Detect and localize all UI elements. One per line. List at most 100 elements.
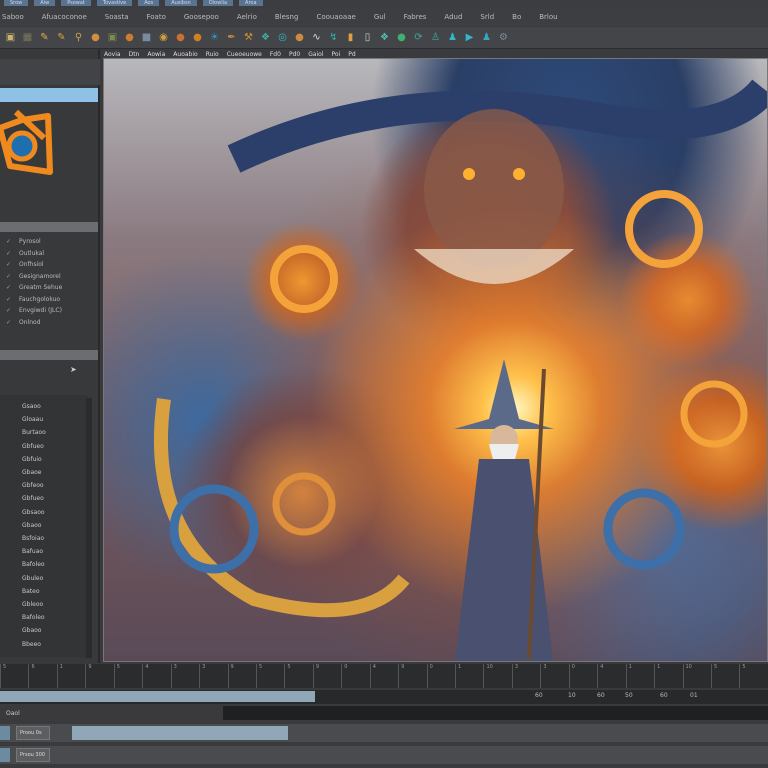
node-icon[interactable]: ❖ (259, 30, 272, 45)
timeline-track[interactable] (223, 706, 768, 720)
brush-icon[interactable]: ✎ (55, 30, 68, 45)
menu-item[interactable]: Aelrio (237, 13, 257, 21)
list-item[interactable]: Bateo (22, 588, 40, 595)
viewport-header-item[interactable]: Ruio (206, 51, 219, 58)
selected-row[interactable] (0, 88, 98, 102)
viewport-header-item[interactable]: Cueoeuowe (227, 51, 262, 58)
window-tab[interactable]: Olowlia (202, 0, 234, 6)
box-icon[interactable]: ▮ (344, 30, 357, 45)
checklist-item[interactable]: ✓ Gesignamorel (6, 273, 61, 280)
list-item[interactable]: Gbaoo (22, 522, 41, 529)
checklist-item[interactable]: ✓ Pyrosol (6, 238, 41, 245)
sphere-icon[interactable]: ● (174, 30, 187, 45)
list-item[interactable]: Bafuao (22, 548, 43, 555)
viewport-header-item[interactable]: Aovia (104, 51, 121, 58)
window-tab[interactable]: Aos (138, 0, 160, 6)
play-icon[interactable]: ▶ (463, 30, 476, 45)
viewport-header-item[interactable]: Poi (332, 51, 341, 58)
menu-item[interactable]: Coouaoaae (316, 13, 355, 21)
checklist-item[interactable]: ✓ Outlukal (6, 250, 44, 257)
viewport-header-item[interactable]: Gaiol (308, 51, 323, 58)
image-icon[interactable]: ▦ (21, 30, 34, 45)
list-item[interactable]: Gbaoo (22, 627, 41, 634)
list-item[interactable]: Gbsaoo (22, 509, 45, 516)
list-item[interactable]: Bbeeo (22, 641, 41, 648)
list-item[interactable]: Burtaoo (22, 429, 46, 436)
list-item[interactable]: Gbuleo (22, 575, 43, 582)
window-tab[interactable]: Tovastive (96, 0, 133, 6)
checkmark-icon[interactable]: ✓ (6, 319, 11, 326)
light-icon[interactable]: ☀ (208, 30, 221, 45)
menu-item[interactable]: Gul (374, 13, 386, 21)
track-button[interactable]: Prsou 300 (16, 748, 50, 762)
list-item[interactable]: Gloaau (22, 416, 43, 423)
sphere-icon[interactable]: ● (123, 30, 136, 45)
list-item[interactable]: Gsaoo (22, 403, 41, 410)
checklist-item[interactable]: ✓ Onfhsiol (6, 261, 44, 268)
figure-icon[interactable]: ♙ (429, 30, 442, 45)
window-tab[interactable]: Aroa (239, 0, 263, 6)
doc-icon[interactable]: ▯ (361, 30, 374, 45)
list-item[interactable]: Gbfeoo (22, 482, 44, 489)
menu-item[interactable]: Soasta (105, 13, 129, 21)
menu-item[interactable]: Goosepoo (184, 13, 219, 21)
list-item[interactable]: Gbfueo (22, 443, 44, 450)
settings-icon[interactable]: ⚙ (497, 30, 510, 45)
window-tab[interactable]: Srow (4, 0, 29, 6)
list-item[interactable]: Gbleoo (22, 601, 43, 608)
track-button[interactable]: Proou 0s (16, 726, 50, 740)
track-bar[interactable] (72, 726, 288, 740)
list-item[interactable]: Bafoleo (22, 561, 45, 568)
window-tab[interactable]: Aiw (34, 0, 56, 6)
sync-icon[interactable]: ⟳ (412, 30, 425, 45)
viewport-header-item[interactable]: Fd0 (270, 51, 281, 58)
pen-icon[interactable]: ✒ (225, 30, 238, 45)
pin-icon[interactable]: ⚲ (72, 30, 85, 45)
checkmark-icon[interactable]: ✓ (6, 284, 11, 291)
brush-icon[interactable]: ✎ (38, 30, 51, 45)
menu-item[interactable]: Fabres (404, 13, 427, 21)
render-viewport[interactable] (103, 58, 768, 662)
cube-icon[interactable]: ■ (140, 30, 153, 45)
node-icon[interactable]: ❖ (378, 30, 391, 45)
menu-item[interactable]: Brlou (539, 13, 557, 21)
viewport-header-item[interactable]: Auoabio (173, 51, 197, 58)
checklist-item[interactable]: ✓ Envgiwdi (JLC) (6, 307, 62, 314)
menu-item[interactable]: Foato (146, 13, 165, 21)
list-item[interactable]: Bsfoiao (22, 535, 44, 542)
viewport-header-item[interactable]: Pd0 (289, 51, 300, 58)
checkmark-icon[interactable]: ✓ (6, 238, 11, 245)
frame-icon[interactable]: ▣ (106, 30, 119, 45)
viewport-header-item[interactable]: Aowia (147, 51, 165, 58)
cursor-icon[interactable]: ➤ (70, 365, 77, 374)
checkmark-icon[interactable]: ✓ (6, 261, 11, 268)
person-icon[interactable]: ♟ (446, 30, 459, 45)
sphere-icon[interactable]: ● (191, 30, 204, 45)
list-item[interactable]: Bafoleo (22, 614, 45, 621)
frame-icon[interactable]: ▣ (4, 30, 17, 45)
window-tab[interactable]: Psowat (61, 0, 91, 6)
checklist-item[interactable]: ✓ Greatm Sehue (6, 284, 62, 291)
menu-item[interactable]: Blesng (275, 13, 299, 21)
checklist-item[interactable]: ✓ Onlnod (6, 319, 41, 326)
checkmark-icon[interactable]: ✓ (6, 296, 11, 303)
curve-icon[interactable]: ∿ (310, 30, 323, 45)
menu-item[interactable]: Afuacoconoe (42, 13, 87, 21)
list-item[interactable]: Gbaoe (22, 469, 42, 476)
viewport-header-item[interactable]: Pd (348, 51, 355, 58)
bulb-icon[interactable]: ● (89, 30, 102, 45)
timeline-ruler[interactable]: 5 6 1 9 5 4 3 3 9 5 5 9 0 4 9 0 1 10 3 3 0 4 1 1 10 5 5 (0, 664, 768, 688)
checkmark-icon[interactable]: ✓ (6, 307, 11, 314)
checkmark-icon[interactable]: ✓ (6, 273, 11, 280)
list-item[interactable]: Gbfuio (22, 456, 42, 463)
menu-item[interactable]: Bo (512, 13, 521, 21)
material-icon[interactable]: ◉ (157, 30, 170, 45)
window-tab[interactable]: Ausibsn (165, 0, 197, 6)
list-item[interactable]: Gbfueo (22, 495, 44, 502)
checkmark-icon[interactable]: ✓ (6, 250, 11, 257)
person-icon[interactable]: ♟ (480, 30, 493, 45)
viewport-header-item[interactable]: Dtn (129, 51, 140, 58)
circle-icon[interactable]: ◎ (276, 30, 289, 45)
menu-item[interactable]: Srld (480, 13, 494, 21)
tool-icon[interactable]: ⚒ (242, 30, 255, 45)
